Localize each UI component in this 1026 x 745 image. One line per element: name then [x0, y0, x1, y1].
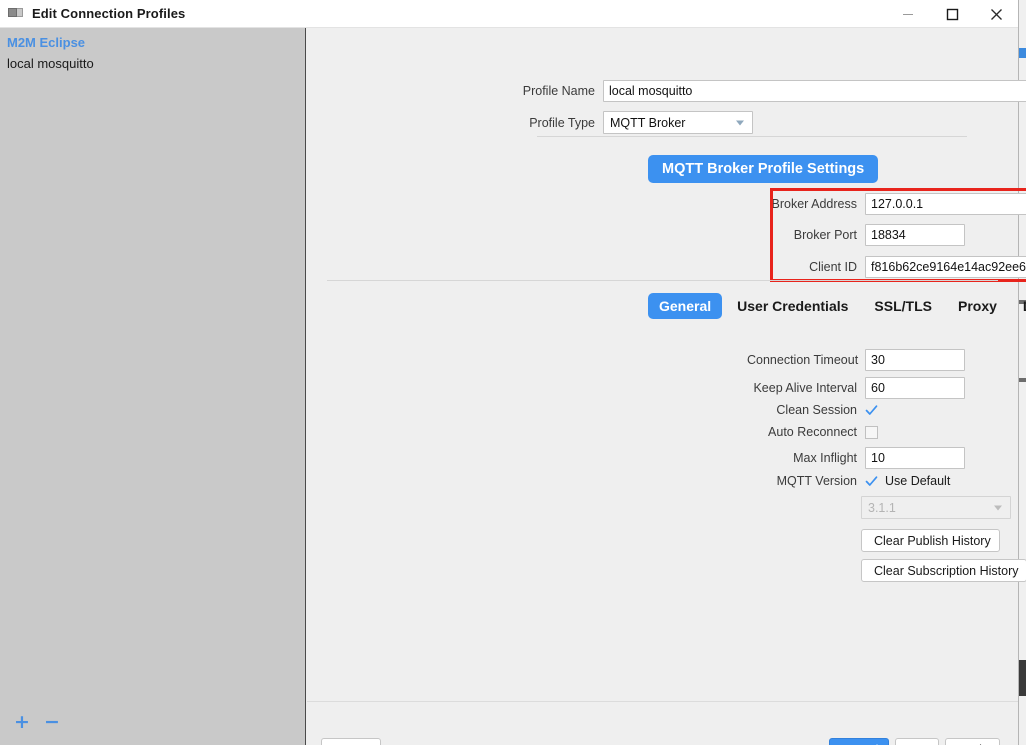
tab-general[interactable]: General	[648, 293, 723, 319]
minimize-icon[interactable]	[886, 0, 930, 28]
use-default-checkbox[interactable]	[865, 475, 878, 488]
edit-connection-profiles-window: Edit Connection Profiles M2M Eclipse loc…	[0, 0, 1026, 745]
cancel-button[interactable]: Cancel	[829, 738, 889, 745]
profile-name-row: Profile Name	[485, 80, 1026, 102]
broker-address-input[interactable]	[865, 193, 1026, 215]
auto-reconnect-label: Auto Reconnect	[768, 425, 857, 439]
revert-button[interactable]: Revert	[321, 738, 381, 745]
header-separator	[537, 136, 967, 137]
tab-lwt[interactable]: LWT	[1012, 293, 1026, 319]
profile-type-select[interactable]: MQTT Broker	[603, 111, 753, 134]
title-bar: Edit Connection Profiles	[0, 0, 1018, 28]
broker-port-row: Broker Port	[769, 224, 965, 246]
profile-group-m2m-eclipse[interactable]: M2M Eclipse	[0, 32, 305, 53]
profiles-sidebar: M2M Eclipse local mosquitto + −	[0, 28, 306, 745]
clean-session-label: Clean Session	[776, 403, 857, 417]
profile-type-row: Profile Type MQTT Broker	[485, 111, 753, 134]
max-inflight-row: Max Inflight	[747, 447, 965, 469]
broker-port-label: Broker Port	[793, 228, 857, 242]
connection-timeout-label: Connection Timeout	[747, 353, 859, 367]
broker-port-input[interactable]	[865, 224, 965, 246]
mqtt-version-select-row: 3.1.1	[861, 496, 1011, 519]
chevron-down-icon	[736, 120, 744, 125]
clean-session-row: Clean Session	[747, 403, 878, 417]
footer-separator	[307, 701, 1018, 702]
keep-alive-interval-label: Keep Alive Interval	[753, 381, 857, 395]
connection-timeout-input[interactable]	[865, 349, 965, 371]
mqtt-version-select[interactable]: 3.1.1	[861, 496, 1011, 519]
tab-proxy[interactable]: Proxy	[947, 293, 1008, 319]
background-window-edge	[1018, 0, 1026, 745]
max-inflight-input[interactable]	[865, 447, 965, 469]
mqtt-version-value: 3.1.1	[868, 500, 896, 515]
client-id-label: Client ID	[809, 259, 857, 274]
maximize-icon[interactable]	[930, 0, 974, 28]
window-controls	[886, 0, 1018, 28]
clear-publish-history-button[interactable]: Clear Publish History	[861, 529, 1000, 552]
mqtt-version-row: MQTT Version Use Default	[747, 474, 951, 488]
section-title-mqtt-broker-profile-settings: MQTT Broker Profile Settings	[648, 155, 879, 183]
clean-session-checkbox[interactable]	[865, 404, 878, 417]
max-inflight-label: Max Inflight	[793, 451, 857, 465]
app-icon	[8, 7, 24, 21]
chevron-down-icon	[994, 505, 1002, 510]
background-accent-3	[1019, 378, 1026, 382]
client-id-row: Client ID Generate	[769, 255, 1026, 278]
window-title: Edit Connection Profiles	[32, 6, 186, 21]
remove-profile-icon[interactable]: −	[44, 712, 60, 731]
mqtt-version-label: MQTT Version	[776, 474, 857, 488]
profile-name-label: Profile Name	[522, 84, 595, 98]
dialog-actions: Cancel OK Apply	[829, 738, 1000, 745]
sidebar-footer: + −	[0, 709, 60, 735]
section-separator	[327, 280, 998, 281]
add-profile-icon[interactable]: +	[14, 712, 30, 731]
profile-item-local-mosquitto[interactable]: local mosquitto	[0, 53, 305, 74]
profile-type-label: Profile Type	[529, 115, 595, 130]
apply-button[interactable]: Apply	[945, 738, 1000, 745]
background-accent-4	[1019, 660, 1026, 696]
profile-name-input[interactable]	[603, 80, 1026, 102]
broker-address-label: Broker Address	[771, 197, 857, 211]
auto-reconnect-row: Auto Reconnect	[747, 425, 878, 439]
keep-alive-interval-row: Keep Alive Interval	[747, 377, 965, 399]
client-id-input[interactable]	[865, 255, 1026, 278]
auto-reconnect-checkbox[interactable]	[865, 425, 878, 439]
keep-alive-interval-input[interactable]	[865, 377, 965, 399]
tab-ssl-tls[interactable]: SSL/TLS	[863, 293, 943, 319]
broker-address-row: Broker Address	[769, 193, 1026, 215]
clear-subscription-history-button[interactable]: Clear Subscription History	[861, 559, 1026, 582]
connection-timeout-row: Connection Timeout	[747, 349, 965, 371]
settings-tabs: General User Credentials SSL/TLS Proxy L…	[648, 293, 1026, 319]
application-window: Edit Connection Profiles M2M Eclipse loc…	[0, 0, 1026, 745]
ok-button[interactable]: OK	[895, 738, 939, 745]
background-accent-1	[1019, 48, 1026, 58]
profile-editor-panel: Profile Name Profile Type MQTT Broker	[307, 28, 1026, 745]
profile-tree[interactable]: M2M Eclipse local mosquitto	[0, 28, 305, 74]
profile-type-value: MQTT Broker	[610, 115, 686, 130]
close-icon[interactable]	[974, 0, 1018, 28]
use-default-label: Use Default	[885, 474, 951, 488]
tab-user-credentials[interactable]: User Credentials	[726, 293, 859, 319]
